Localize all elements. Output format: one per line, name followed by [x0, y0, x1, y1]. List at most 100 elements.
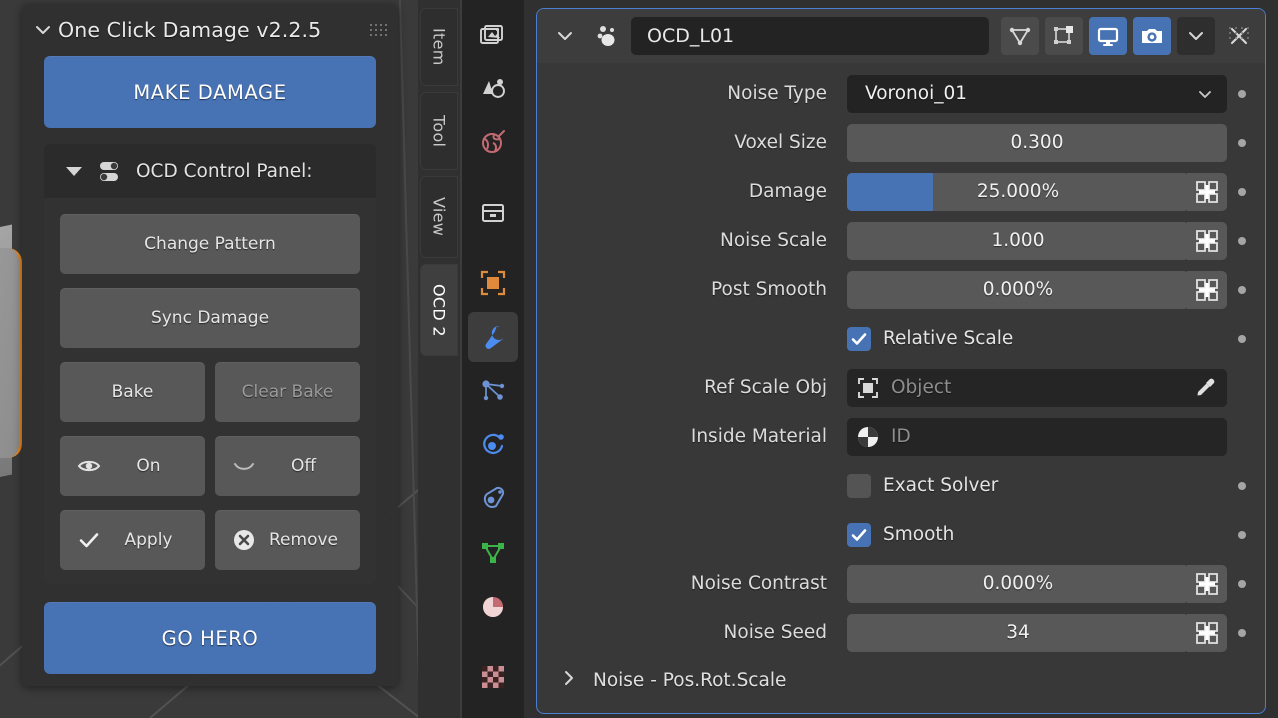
row-noise-contrast: Noise Contrast 0.000%	[537, 559, 1265, 608]
library-override-icon[interactable]	[1187, 221, 1227, 260]
realtime-display-icon[interactable]	[1089, 17, 1127, 55]
label-noise-seed: Noise Seed	[723, 622, 827, 643]
library-override-icon[interactable]	[1187, 270, 1227, 309]
chevron-down-icon	[1195, 84, 1215, 109]
animate-dot-icon[interactable]	[1227, 271, 1257, 309]
exact-solver-label: Exact Solver	[883, 475, 999, 496]
chevron-down-icon[interactable]	[547, 18, 583, 54]
particle-properties-icon[interactable]	[468, 366, 518, 416]
relative-scale-checkbox[interactable]	[847, 326, 871, 351]
view-layer-properties-icon[interactable]	[468, 188, 518, 238]
scene-properties-icon[interactable]	[468, 118, 518, 168]
sidebar-item-tool[interactable]: Tool	[420, 92, 458, 170]
exact-solver-checkbox[interactable]	[847, 473, 871, 498]
sidebar-item-view[interactable]: View	[420, 176, 458, 258]
inside-material-field[interactable]: ID	[847, 417, 1227, 456]
on-cage-display-icon[interactable]	[1045, 17, 1083, 55]
library-override-icon[interactable]	[1187, 613, 1227, 652]
render-display-icon[interactable]	[1133, 17, 1171, 55]
modifier-name-field[interactable]: OCD_L01	[631, 17, 989, 55]
row-noise-scale: Noise Scale 1.000	[537, 216, 1265, 265]
noise-type-dropdown[interactable]: Voronoi_01	[847, 74, 1227, 113]
relative-scale-label: Relative Scale	[883, 328, 1014, 349]
sidebar-item-item[interactable]: Item	[420, 8, 458, 86]
on-button-label: On	[136, 456, 161, 476]
chevron-down-icon[interactable]	[32, 19, 54, 41]
animate-dot-icon[interactable]	[1227, 467, 1257, 505]
make-damage-button[interactable]: MAKE DAMAGE	[44, 56, 376, 128]
object-icon	[855, 375, 881, 401]
panel-header[interactable]: One Click Damage v2.2.5	[22, 4, 398, 56]
voxel-size-slider[interactable]: 0.300	[847, 123, 1227, 162]
drag-grip-icon[interactable]	[1229, 27, 1251, 41]
change-pattern-button[interactable]: Change Pattern	[60, 214, 360, 274]
row-smooth: Smooth	[537, 510, 1265, 559]
post-smooth-slider[interactable]: 0.000%	[847, 270, 1189, 309]
sync-damage-button[interactable]: Sync Damage	[60, 288, 360, 348]
apply-button[interactable]: Apply	[60, 510, 205, 570]
object-constraint-properties-icon[interactable]	[468, 474, 518, 524]
row-noise-seed: Noise Seed 34	[537, 608, 1265, 657]
material-properties-icon[interactable]	[468, 582, 518, 632]
animate-dot-icon[interactable]	[1227, 565, 1257, 603]
noise-contrast-value: 0.000%	[982, 573, 1054, 594]
post-smooth-value: 0.000%	[982, 279, 1054, 300]
damage-slider-fill	[847, 172, 933, 211]
damage-slider[interactable]: 25.000%	[847, 172, 1189, 211]
animate-dot-icon[interactable]	[1227, 124, 1257, 162]
animate-dot-icon[interactable]	[1227, 320, 1257, 358]
ocd-control-panel-box: OCD Control Panel: Change Pattern Sync D…	[44, 144, 376, 584]
label-noise-scale: Noise Scale	[720, 230, 827, 251]
noise-scale-value: 1.000	[991, 230, 1045, 251]
smooth-checkbox[interactable]	[847, 522, 871, 547]
apply-button-label: Apply	[124, 530, 173, 550]
noise-scale-slider[interactable]: 1.000	[847, 221, 1189, 260]
sidebar-tab-strip: Item Tool View OCD 2	[418, 0, 460, 718]
noise-pos-rot-scale-subpanel[interactable]: Noise - Pos.Rot.Scale	[537, 657, 1265, 703]
row-relative-scale: Relative Scale	[537, 314, 1265, 363]
library-override-icon[interactable]	[1187, 564, 1227, 603]
noise-type-value: Voronoi_01	[865, 83, 968, 104]
row-inside-material: Inside Material ID	[537, 412, 1265, 461]
label-ref-scale-obj: Ref Scale Obj	[704, 377, 827, 398]
viewport-selected-object[interactable]	[0, 248, 22, 458]
render-properties-icon[interactable]	[468, 10, 518, 60]
inside-material-placeholder: ID	[891, 426, 911, 447]
library-override-icon[interactable]	[1187, 172, 1227, 211]
checkmark-icon	[76, 527, 102, 553]
on-button[interactable]: On	[60, 436, 205, 496]
animate-dot-icon[interactable]	[1227, 222, 1257, 260]
visibility-row: On Off	[60, 436, 360, 496]
mesh-data-properties-icon[interactable]	[468, 528, 518, 578]
eyedropper-icon[interactable]	[1193, 376, 1217, 405]
clear-bake-button[interactable]: Clear Bake	[215, 362, 360, 422]
edit-mode-display-icon[interactable]	[1001, 17, 1039, 55]
modifier-card: OCD_L01 Noise Type Voronoi_01 Voxel Size…	[536, 8, 1266, 714]
noise-pos-rot-scale-label: Noise - Pos.Rot.Scale	[593, 669, 787, 691]
go-hero-button[interactable]: GO HERO	[44, 602, 376, 674]
ocd-control-panel-header[interactable]: OCD Control Panel:	[44, 144, 376, 198]
bake-button[interactable]: Bake	[60, 362, 205, 422]
noise-seed-slider[interactable]: 34	[847, 613, 1189, 652]
ref-scale-obj-field[interactable]: Object	[847, 368, 1227, 407]
noise-seed-value: 34	[1006, 622, 1030, 643]
off-button-label: Off	[290, 456, 317, 476]
noise-contrast-slider[interactable]: 0.000%	[847, 564, 1189, 603]
sidebar-item-ocd2[interactable]: OCD 2	[420, 264, 458, 356]
output-properties-icon[interactable]	[468, 64, 518, 114]
drag-grip-icon[interactable]	[370, 24, 387, 36]
triangle-down-icon[interactable]	[66, 166, 82, 176]
animate-dot-icon[interactable]	[1227, 614, 1257, 652]
animate-dot-icon[interactable]	[1227, 516, 1257, 554]
modifier-extras-dropdown[interactable]	[1177, 17, 1215, 55]
remove-button[interactable]: Remove	[215, 510, 360, 570]
page-title: One Click Damage v2.2.5	[58, 18, 322, 42]
physics-properties-icon[interactable]	[468, 420, 518, 470]
chevron-right-icon[interactable]	[559, 668, 579, 693]
animate-dot-icon[interactable]	[1227, 75, 1257, 113]
modifier-properties-icon[interactable]	[468, 312, 518, 362]
off-button[interactable]: Off	[215, 436, 360, 496]
object-properties-icon[interactable]	[468, 258, 518, 308]
texture-properties-icon[interactable]	[468, 652, 518, 702]
animate-dot-icon[interactable]	[1227, 173, 1257, 211]
